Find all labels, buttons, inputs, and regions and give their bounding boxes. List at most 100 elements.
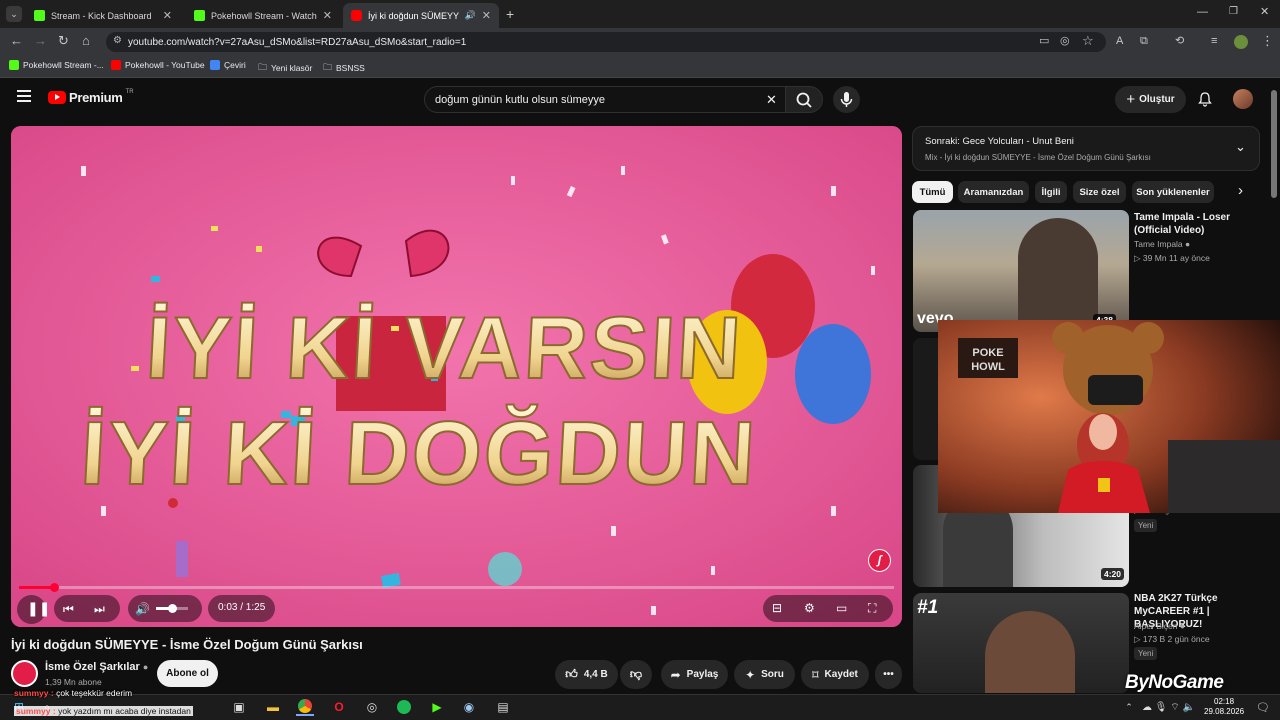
tab-kick-dashboard[interactable]: Stream - Kick Dashboard ✕: [26, 3, 180, 28]
browser-menu-icon[interactable]: ⋮: [1261, 34, 1274, 48]
site-info-icon[interactable]: ⚙: [113, 35, 122, 46]
chat-text: yok yazdım mı acaba diye instadan: [58, 706, 191, 716]
close-tab-icon[interactable]: ✕: [482, 9, 491, 22]
pause-icon[interactable]: ❚❚: [27, 601, 50, 615]
chip-related[interactable]: İlgili: [1035, 181, 1067, 203]
video-thumbnail[interactable]: vevo 4:38: [913, 210, 1129, 332]
install-app-icon[interactable]: ▭: [1039, 34, 1049, 48]
minimize-icon[interactable]: —: [1197, 6, 1208, 18]
like-button[interactable]: 👍︎ 4,4 B: [555, 660, 618, 689]
kick-icon[interactable]: ▶: [428, 698, 446, 716]
chevron-right-icon[interactable]: ›: [1238, 182, 1243, 199]
volume-icon[interactable]: 🔊: [135, 602, 150, 616]
chip-all[interactable]: Tümü: [912, 181, 953, 203]
previous-icon[interactable]: ⏮: [63, 602, 74, 616]
bookmark-item[interactable]: Pokehowll Stream -...: [9, 60, 104, 70]
sync-icon[interactable]: ⟲: [1175, 34, 1184, 48]
recommendation-meta: ▷ 173 B 2 gün önce: [1134, 634, 1210, 645]
bell-icon[interactable]: [1197, 91, 1213, 107]
reading-list-icon[interactable]: ≡: [1211, 34, 1217, 48]
share-button[interactable]: ➦ Paylaş: [661, 660, 728, 689]
chip-for-you[interactable]: Size özel: [1073, 181, 1126, 203]
bookmark-label: BSNSS: [336, 63, 365, 73]
bookmark-item[interactable]: Çeviri: [210, 60, 246, 70]
clear-search-icon[interactable]: ✕: [766, 92, 777, 108]
profile-avatar[interactable]: [1234, 35, 1248, 49]
bookmark-item[interactable]: 🗀 Yeni klasör: [258, 60, 312, 76]
translate-icon[interactable]: A: [1116, 34, 1123, 48]
bookmark-item[interactable]: Pokehowll - YouTube: [111, 60, 205, 70]
youtube-favicon-icon: [351, 10, 362, 21]
recommendation-channel[interactable]: Alper Biçen ●: [1134, 621, 1185, 631]
subtitles-icon[interactable]: ⊟: [772, 601, 782, 615]
home-icon[interactable]: ⌂: [82, 34, 90, 48]
forward-icon[interactable]: →: [34, 34, 47, 48]
bookmark-star-icon[interactable]: ☆: [1082, 34, 1094, 48]
next-icon[interactable]: ⏭: [94, 602, 105, 616]
create-button[interactable]: + Oluştur: [1115, 86, 1186, 113]
new-tab-button[interactable]: +: [506, 6, 514, 22]
account-avatar[interactable]: [1233, 89, 1253, 109]
back-icon[interactable]: ←: [10, 34, 23, 48]
speaker-icon[interactable]: 🔈: [1180, 698, 1198, 716]
tracking-icon[interactable]: ◎: [1060, 34, 1070, 48]
theater-mode-icon[interactable]: ▭: [836, 601, 847, 615]
system-tray-chevron-icon[interactable]: ⌃: [1120, 698, 1138, 716]
notifications-icon[interactable]: 🗨: [1254, 698, 1272, 716]
restore-icon[interactable]: ❐: [1229, 6, 1238, 17]
up-next-panel[interactable]: Sonraki: Gece Yolcuları - Unut Beni Mix …: [912, 126, 1260, 171]
bookmark-item[interactable]: 🗀 BSNSS: [323, 60, 365, 76]
channel-label: Tame Impala: [1134, 239, 1183, 249]
volume-slider[interactable]: [156, 604, 188, 613]
audio-playing-icon[interactable]: 🔊: [465, 10, 476, 21]
channel-avatar[interactable]: [11, 660, 38, 687]
video-player[interactable]: İYİ Kİ VARSIN İYİ Kİ DOĞDUN ʃ ❚❚ ⏮ ⏭ 🔊 ⊟…: [11, 126, 902, 627]
search-input[interactable]: doğum günün kutlu olsun sümeyye ✕: [424, 86, 786, 113]
volume-knob[interactable]: [168, 604, 177, 613]
tab-search-icon[interactable]: ⌄: [6, 6, 22, 22]
chip-recently-uploaded[interactable]: Son yüklenenler: [1132, 181, 1214, 203]
taskbar-clock[interactable]: 02:18 29.08.2026: [1204, 697, 1244, 717]
subscribe-button[interactable]: Abone ol: [157, 660, 218, 687]
bookmark-icon: ⌑: [812, 667, 819, 682]
close-tab-icon[interactable]: ✕: [163, 9, 172, 22]
spotify-icon[interactable]: [395, 698, 413, 716]
settings-gear-icon[interactable]: ⚙: [804, 601, 815, 615]
app-icon[interactable]: ◎: [363, 698, 381, 716]
more-actions-button[interactable]: •••: [875, 660, 902, 689]
channel-name[interactable]: İsme Özel Şarkılar ●: [45, 661, 148, 673]
thumbs-up-icon: 👍︎: [565, 667, 578, 681]
tab-youtube-video[interactable]: İyi ki doğdun SÜMEYYE - İs 🔊 ✕: [343, 3, 499, 28]
address-bar[interactable]: ⚙ youtube.com/watch?v=27aAsu_dSMo&list=R…: [106, 32, 1106, 52]
dislike-button[interactable]: 👎︎: [620, 660, 652, 689]
youtube-premium-logo[interactable]: Premium TR: [48, 88, 134, 105]
file-explorer-icon[interactable]: ▬: [264, 698, 282, 716]
steam-icon[interactable]: ◉: [460, 698, 478, 716]
recommendation-title[interactable]: Tame Impala - Loser (Official Video): [1134, 211, 1264, 237]
logo-country-badge: TR: [125, 88, 134, 95]
reload-icon[interactable]: ↻: [58, 34, 69, 48]
task-view-icon[interactable]: ▣: [230, 698, 248, 716]
page-scrollbar[interactable]: [1271, 90, 1277, 198]
chevron-down-icon[interactable]: ⌄: [1235, 139, 1246, 155]
save-button[interactable]: ⌑ Kaydet: [801, 660, 869, 689]
recommendation-channel[interactable]: Tame Impala ●: [1134, 239, 1190, 249]
close-window-icon[interactable]: ✕: [1260, 5, 1269, 18]
search-button[interactable]: [785, 86, 823, 113]
share-icon: ➦: [670, 667, 681, 682]
menu-icon[interactable]: [17, 90, 31, 102]
opera-icon[interactable]: O: [330, 698, 348, 716]
progress-track[interactable]: [19, 583, 894, 592]
app-window-icon[interactable]: ▤: [494, 698, 512, 716]
ask-button[interactable]: ✦ Soru: [734, 660, 795, 689]
extensions-icon[interactable]: ⧉: [1140, 34, 1148, 48]
progress-scrubber[interactable]: [50, 583, 59, 592]
close-tab-icon[interactable]: ✕: [323, 9, 332, 22]
chip-from-search[interactable]: Aramanızdan: [958, 181, 1029, 203]
chrome-icon[interactable]: [296, 698, 314, 716]
channel-watermark-icon[interactable]: ʃ: [868, 549, 891, 572]
tab-pokehowll-stream[interactable]: Pokehowll Stream - Watch Live ✕: [186, 3, 340, 28]
fullscreen-icon[interactable]: ⛶: [868, 601, 876, 615]
video-thumbnail[interactable]: #1: [913, 593, 1129, 693]
voice-search-button[interactable]: [833, 86, 860, 113]
